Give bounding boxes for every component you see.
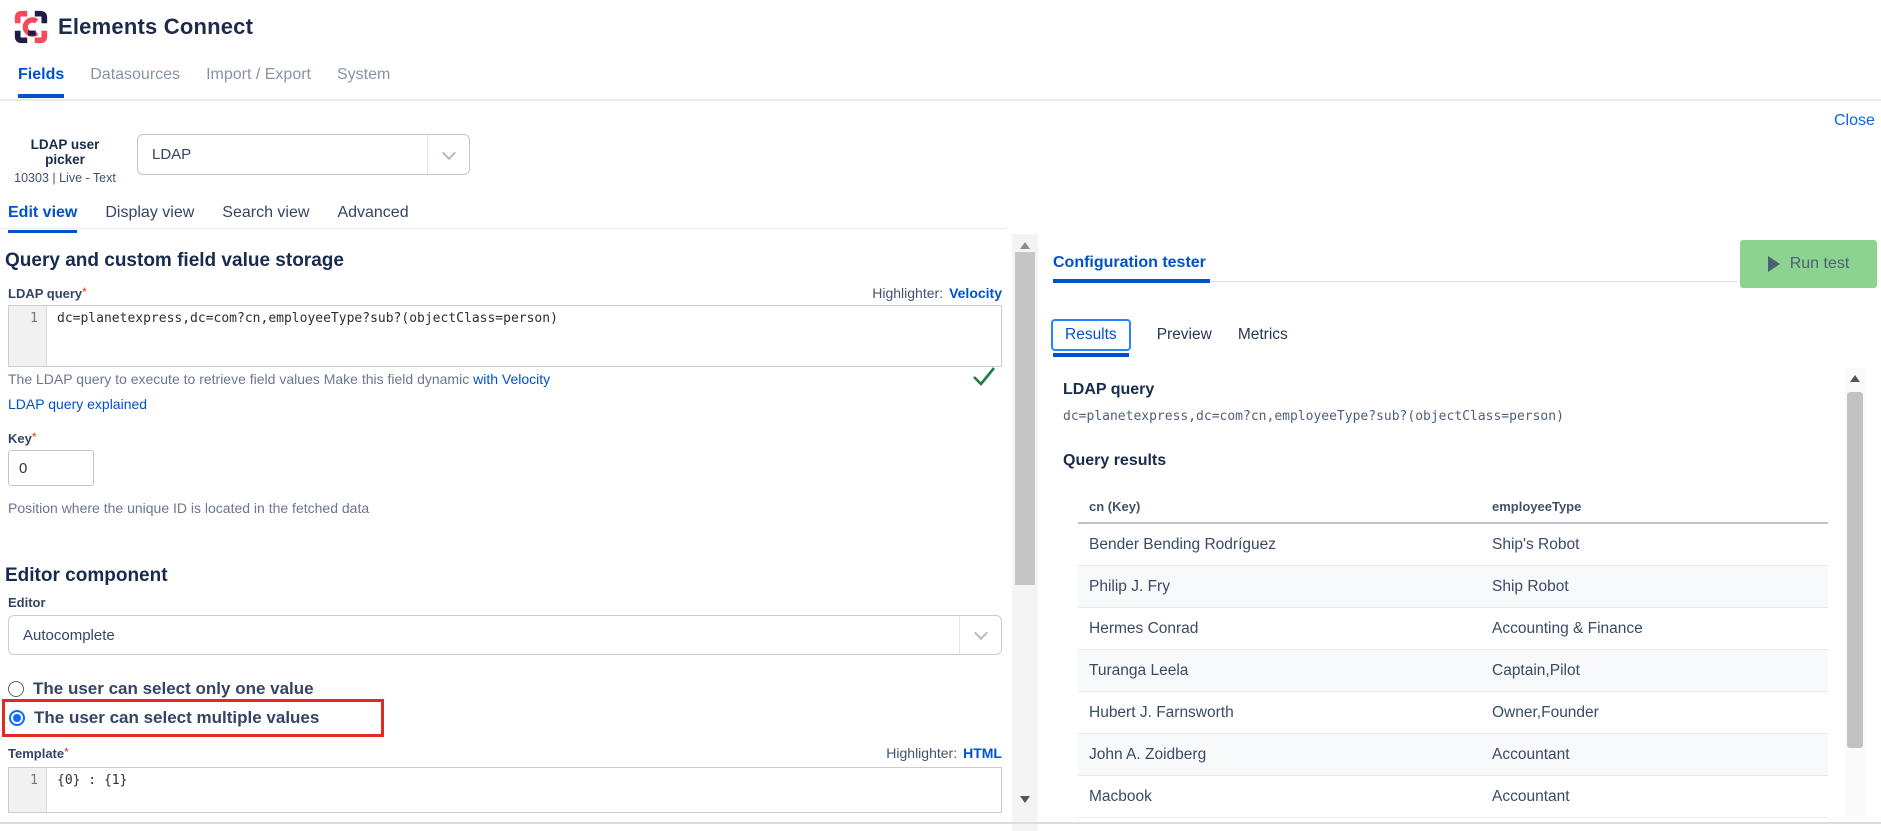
tab-metrics[interactable]: Metrics: [1238, 320, 1288, 350]
editor-select[interactable]: Autocomplete: [8, 615, 1002, 655]
template-code[interactable]: {0} : {1}: [47, 768, 1001, 812]
page-title: Elements Connect: [58, 14, 253, 40]
datasource-select[interactable]: LDAP: [137, 134, 470, 175]
field-identity: LDAP user picker 10303 | Live - Text: [10, 137, 120, 185]
ldap-query-line-number: 1: [9, 306, 47, 366]
page-bottom-divider: [0, 822, 1881, 824]
required-marker: *: [82, 285, 87, 299]
key-input[interactable]: [8, 450, 94, 486]
table-row: Philip J. Fry Ship Robot: [1078, 566, 1828, 608]
elements-connect-admin-page: Elements Connect Fields Datasources Impo…: [0, 0, 1881, 831]
query-results-table: cn (Key) employeeType Bender Bending Rod…: [1078, 490, 1828, 818]
tester-title-divider: [1210, 281, 1738, 282]
tester-ldap-query-value: dc=planetexpress,dc=com?cn,employeeType?…: [1063, 409, 1564, 424]
tab-advanced[interactable]: Advanced: [337, 204, 408, 230]
radio-button-icon[interactable]: [8, 681, 24, 697]
highlighter-velocity-link[interactable]: Velocity: [949, 285, 1002, 301]
tester-ldap-query-heading: LDAP query: [1063, 381, 1154, 399]
nav-item-datasources[interactable]: Datasources: [90, 66, 180, 96]
admin-nav: Fields Datasources Import / Export Syste…: [18, 66, 390, 96]
ldap-query-explained-link[interactable]: LDAP query explained: [8, 396, 147, 412]
template-label: Template: [8, 746, 64, 761]
table-row: Hermes Conrad Accounting & Finance: [1078, 608, 1828, 650]
key-label-row: Key*: [8, 430, 37, 448]
ldap-query-code[interactable]: dc=planetexpress,dc=com?cn,employeeType?…: [47, 306, 1001, 366]
ldap-query-editor[interactable]: 1 dc=planetexpress,dc=com?cn,employeeTyp…: [8, 305, 1002, 367]
ldap-query-help: The LDAP query to execute to retrieve fi…: [8, 371, 550, 387]
highlighter-label: Highlighter:: [872, 285, 943, 301]
valid-check-icon: [972, 366, 996, 386]
results-scrollbar-thumb[interactable]: [1847, 392, 1863, 748]
table-row: Hubert J. Farnsworth Owner,Founder: [1078, 692, 1828, 734]
elements-connect-logo-icon: [12, 8, 50, 46]
template-line-number: 1: [9, 768, 47, 812]
nav-item-fields[interactable]: Fields: [18, 66, 64, 96]
datasource-select-value: LDAP: [138, 146, 427, 163]
run-test-button[interactable]: Run test: [1740, 240, 1877, 288]
chevron-down-icon: [441, 145, 455, 159]
tab-edit-view[interactable]: Edit view: [8, 204, 77, 230]
scroll-up-icon[interactable]: [1020, 242, 1030, 249]
key-label: Key: [8, 431, 32, 446]
table-row: Turanga Leela Captain,Pilot: [1078, 650, 1828, 692]
configuration-tester-link[interactable]: Configuration tester: [1053, 254, 1206, 272]
query-results-heading: Query results: [1063, 452, 1166, 470]
editor-section-title: Editor component: [5, 565, 168, 587]
left-panel-scrollbar-thumb[interactable]: [1015, 252, 1035, 585]
nav-divider: [0, 99, 1881, 101]
tab-results[interactable]: Results: [1051, 319, 1131, 351]
editor-select-value: Autocomplete: [9, 627, 959, 644]
template-label-row: Template* Highlighter:HTML: [8, 745, 1002, 763]
datasource-select-arrow[interactable]: [427, 135, 469, 174]
table-row: John A. Zoidberg Accountant: [1078, 734, 1828, 776]
view-tabs-divider: [0, 228, 1006, 229]
query-section-title: Query and custom field value storage: [5, 250, 344, 272]
radio-multiple-values[interactable]: The user can select multiple values: [9, 708, 319, 728]
radio-single-value[interactable]: The user can select only one value: [8, 679, 314, 699]
view-tabs: Edit view Display view Search view Advan…: [8, 204, 409, 230]
highlighter-label: Highlighter:: [886, 745, 957, 761]
editor-select-arrow[interactable]: [959, 616, 1001, 654]
with-velocity-link[interactable]: with Velocity: [473, 371, 550, 387]
field-name: LDAP user picker: [10, 137, 120, 167]
radio-single-label: The user can select only one value: [33, 679, 314, 699]
editor-label: Editor: [8, 595, 46, 610]
scroll-down-icon[interactable]: [1020, 796, 1030, 803]
table-header-row: cn (Key) employeeType: [1078, 490, 1828, 524]
column-header-cn-key: cn (Key): [1078, 499, 1492, 514]
tab-display-view[interactable]: Display view: [105, 204, 194, 230]
nav-item-import-export[interactable]: Import / Export: [206, 66, 311, 96]
table-row: Bender Bending Rodríguez Ship's Robot: [1078, 524, 1828, 566]
run-test-label: Run test: [1790, 255, 1850, 273]
key-help: Position where the unique ID is located …: [8, 500, 369, 516]
ldap-query-label: LDAP query: [8, 286, 82, 301]
table-row: Macbook Accountant: [1078, 776, 1828, 818]
scroll-up-icon[interactable]: [1850, 375, 1860, 382]
radio-button-selected-icon[interactable]: [9, 710, 25, 726]
ldap-query-label-row: LDAP query* Highlighter: Velocity: [8, 285, 1002, 303]
column-header-employee-type: employeeType: [1492, 499, 1828, 514]
tab-preview[interactable]: Preview: [1157, 320, 1212, 350]
tester-tabs: Results Preview Metrics: [1051, 319, 1288, 351]
nav-item-system[interactable]: System: [337, 66, 390, 96]
template-editor[interactable]: 1 {0} : {1}: [8, 767, 1002, 813]
play-icon: [1768, 256, 1780, 272]
tester-title-underline: [1053, 279, 1210, 283]
field-meta: 10303 | Live - Text: [10, 171, 120, 185]
chevron-down-icon: [973, 626, 987, 640]
highlighter-html-link[interactable]: HTML: [963, 745, 1002, 761]
radio-multiple-label: The user can select multiple values: [34, 708, 319, 728]
close-button[interactable]: Close: [1834, 112, 1875, 130]
tab-search-view[interactable]: Search view: [222, 204, 309, 230]
